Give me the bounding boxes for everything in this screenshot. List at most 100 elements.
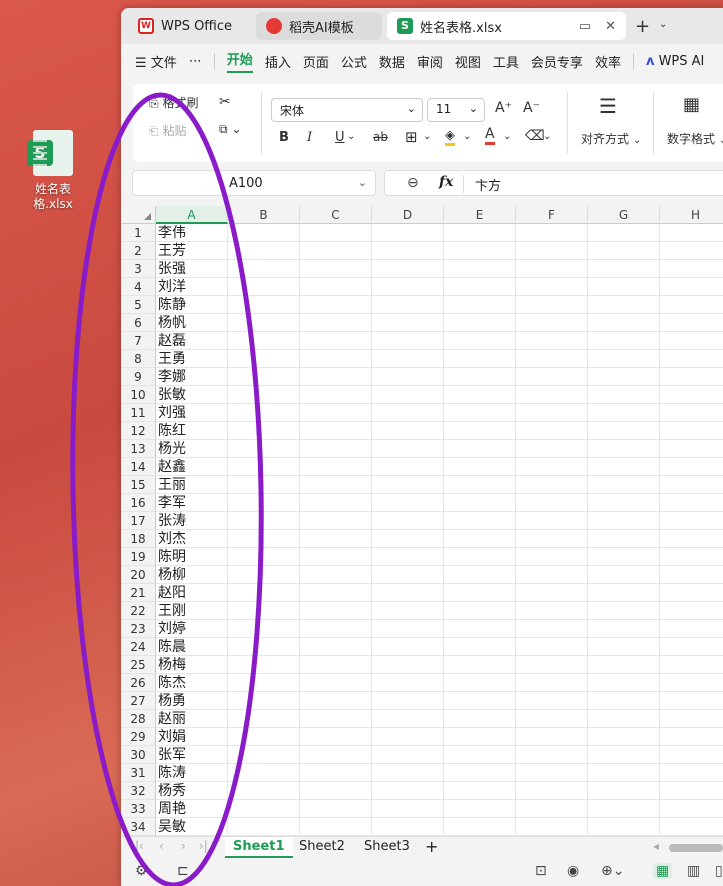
row-header[interactable]: 15 [121, 476, 156, 494]
row-header[interactable]: 13 [121, 440, 156, 458]
column-header-f[interactable]: F [516, 206, 588, 224]
prev-sheet-icon[interactable]: ‹ [159, 839, 164, 853]
row-header[interactable]: 22 [121, 602, 156, 620]
page-layout-icon[interactable]: ▥ [687, 863, 700, 879]
font-size-select[interactable]: 11 ⌄ [427, 98, 485, 122]
format-painter-button[interactable]: ⎘ 格式刷 [149, 94, 198, 111]
cell-a[interactable]: 杨帆 [156, 314, 228, 332]
menu-tools[interactable]: 工具 [493, 52, 519, 71]
sheet-tab-2[interactable]: Sheet2 [291, 837, 353, 858]
menu-efficiency[interactable]: 效率 [595, 52, 621, 71]
toggle-panel-icon[interactable]: ⊏ [177, 863, 189, 879]
column-header-d[interactable]: D [372, 206, 444, 224]
cell-a[interactable]: 杨梅 [156, 656, 228, 674]
row-header[interactable]: 30 [121, 746, 156, 764]
cell-a[interactable]: 吴敏 [156, 818, 228, 836]
cell-a[interactable]: 杨柳 [156, 566, 228, 584]
scissors-icon[interactable]: ✂ [219, 94, 231, 110]
bold-button[interactable]: B [279, 130, 289, 145]
name-box[interactable]: A100 ⌄ [132, 170, 376, 196]
column-header-a[interactable]: A [156, 206, 228, 224]
number-format-icon[interactable]: ▦ [683, 94, 700, 115]
menu-review[interactable]: 审阅 [417, 52, 443, 71]
paste-button[interactable]: ⎗ 粘贴 [149, 122, 186, 139]
row-header[interactable]: 17 [121, 512, 156, 530]
menu-start[interactable]: 开始 [226, 49, 253, 73]
cell-a[interactable]: 陈晨 [156, 638, 228, 656]
row-header[interactable]: 21 [121, 584, 156, 602]
menu-page[interactable]: 页面 [303, 52, 329, 71]
first-sheet-icon[interactable]: |‹ [135, 839, 144, 853]
cell-a[interactable]: 李伟 [156, 224, 228, 242]
cell-a[interactable]: 赵鑫 [156, 458, 228, 476]
zoom-icon[interactable]: ⊖ [407, 175, 419, 191]
cell-a[interactable]: 杨光 [156, 440, 228, 458]
next-sheet-icon[interactable]: › [181, 839, 186, 853]
row-header[interactable]: 4 [121, 278, 156, 296]
italic-button[interactable]: I [307, 130, 312, 145]
cell-a[interactable]: 张军 [156, 746, 228, 764]
chevron-down-icon[interactable]: ⌄ [659, 19, 667, 30]
menu-member[interactable]: 会员专享 [531, 52, 583, 71]
tab-spreadsheet[interactable]: S 姓名表格.xlsx ▭ ✕ [387, 12, 626, 40]
horizontal-scrollbar[interactable] [669, 844, 723, 852]
row-header[interactable]: 29 [121, 728, 156, 746]
border-icon[interactable]: ⊞ [405, 128, 418, 146]
tab-wps-office[interactable]: W WPS Office [128, 12, 252, 40]
cell-a[interactable]: 陈明 [156, 548, 228, 566]
chevron-down-icon[interactable]: ⌄ [503, 131, 511, 142]
row-header[interactable]: 12 [121, 422, 156, 440]
tab-daoke-ai[interactable]: 稻壳AI模板 [256, 12, 382, 40]
row-header[interactable]: 27 [121, 692, 156, 710]
row-header[interactable]: 16 [121, 494, 156, 512]
row-header[interactable]: 32 [121, 782, 156, 800]
eye-icon[interactable]: ◉ [567, 863, 579, 879]
cell-a[interactable]: 张涛 [156, 512, 228, 530]
chevron-down-icon[interactable]: ⌄ [463, 131, 471, 142]
cell-a[interactable]: 刘杰 [156, 530, 228, 548]
column-header-e[interactable]: E [444, 206, 516, 224]
row-header[interactable]: 11 [121, 404, 156, 422]
cell-a[interactable]: 刘婷 [156, 620, 228, 638]
decrease-font-icon[interactable]: A⁻ [523, 100, 540, 116]
cell-a[interactable]: 张敏 [156, 386, 228, 404]
chevron-down-icon[interactable]: ⌄ [543, 131, 551, 142]
page-break-icon[interactable]: ▯ [715, 863, 723, 879]
font-name-select[interactable]: 宋体 ⌄ [271, 98, 423, 122]
row-header[interactable]: 26 [121, 674, 156, 692]
menu-insert[interactable]: 插入 [265, 52, 291, 71]
fx-icon[interactable]: fx [439, 174, 453, 190]
cell-a[interactable]: 杨秀 [156, 782, 228, 800]
row-header[interactable]: 10 [121, 386, 156, 404]
sheet-tab-3[interactable]: Sheet3 [356, 837, 418, 858]
normal-view-icon[interactable]: ▦ [653, 863, 673, 879]
cell-a[interactable]: 陈杰 [156, 674, 228, 692]
row-header[interactable]: 5 [121, 296, 156, 314]
select-all-corner[interactable] [121, 206, 156, 224]
row-header[interactable]: 24 [121, 638, 156, 656]
row-header[interactable]: 1 [121, 224, 156, 242]
chevron-down-icon[interactable]: ⌄ [423, 131, 431, 142]
cell-a[interactable]: 周艳 [156, 800, 228, 818]
fill-color-icon[interactable]: ◈ [445, 128, 455, 146]
read-mode-icon[interactable]: ⊡ [535, 863, 547, 879]
row-header[interactable]: 31 [121, 764, 156, 782]
chevron-down-icon[interactable]: ⌄ [347, 131, 355, 142]
row-header[interactable]: 7 [121, 332, 156, 350]
copy-icon[interactable]: ⧉ ⌄ [219, 122, 241, 137]
eraser-icon[interactable]: ⌫ [525, 128, 545, 144]
cell-a[interactable]: 杨勇 [156, 692, 228, 710]
menu-formula[interactable]: 公式 [341, 52, 367, 71]
row-header[interactable]: 19 [121, 548, 156, 566]
cell-a[interactable]: 王勇 [156, 350, 228, 368]
more-icon[interactable]: ⋯ [189, 54, 202, 69]
close-icon[interactable]: ✕ [605, 19, 616, 34]
row-header[interactable]: 6 [121, 314, 156, 332]
cell-a[interactable]: 赵阳 [156, 584, 228, 602]
macro-icon[interactable]: ⚙ [135, 863, 148, 879]
cell-a[interactable]: 李军 [156, 494, 228, 512]
font-color-icon[interactable]: A [485, 126, 495, 145]
sheet-tab-1[interactable]: Sheet1 [225, 837, 293, 858]
column-header-c[interactable]: C [300, 206, 372, 224]
number-format-button[interactable]: 数字格式 ⌄ [667, 130, 723, 147]
